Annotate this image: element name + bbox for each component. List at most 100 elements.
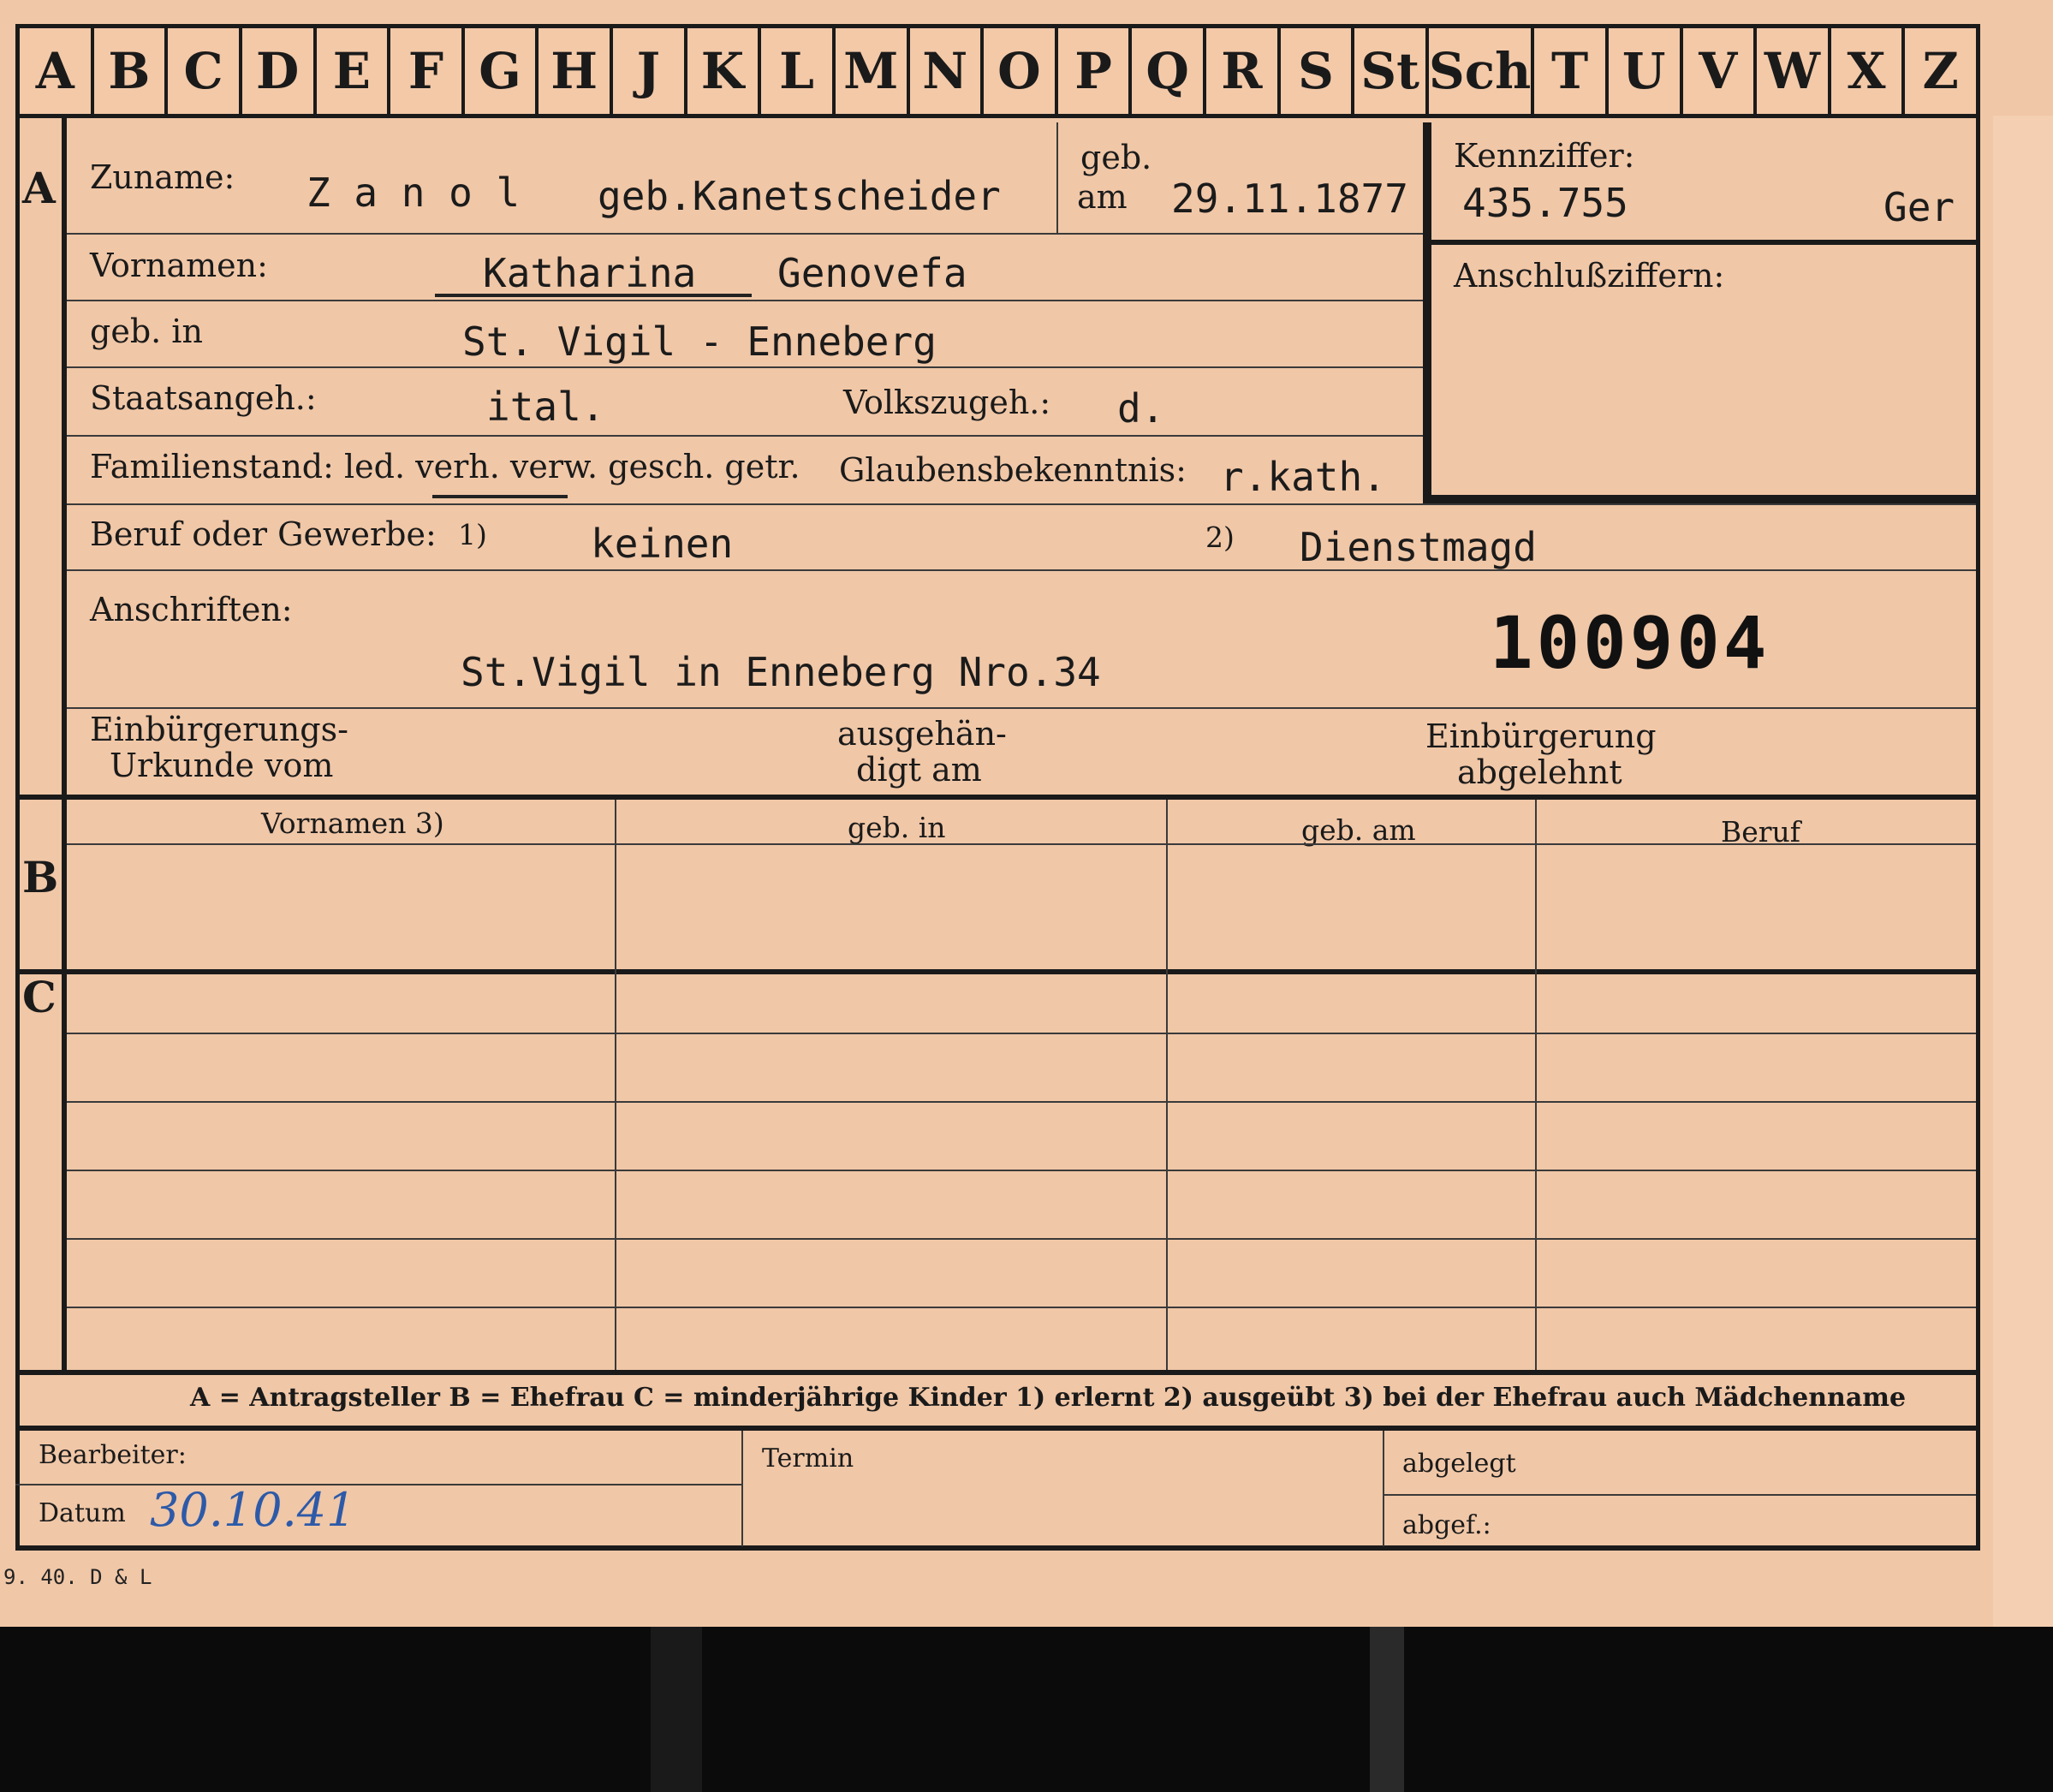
staatsangeh-value: ital.	[486, 384, 605, 430]
einb-abgelehnt-label-2: abgelehnt	[1457, 753, 1622, 791]
beruf-value-2: Dienstmagd	[1300, 524, 1537, 570]
glaubens-label: Glaubensbekenntnis:	[839, 451, 1187, 489]
section-divider-ab	[15, 795, 1976, 800]
col-divider	[1056, 122, 1058, 234]
row-divider	[67, 707, 1976, 709]
legend-bottom-line	[15, 1426, 1976, 1431]
beruf-note-1: 1)	[458, 518, 487, 551]
table-row-line	[67, 1101, 1976, 1103]
table-row-line	[67, 1307, 1976, 1308]
geb-name-value: geb.Kanetscheider	[598, 173, 1001, 219]
abgelegt-label: abgelegt	[1402, 1449, 1516, 1479]
kennziffer-value: 435.755	[1462, 180, 1628, 226]
table-col-divider	[1535, 800, 1537, 1373]
einb-abgelehnt-label-1: Einbürgerung	[1425, 717, 1657, 755]
legend-text: A = Antragsteller B = Ehefrau C = minder…	[190, 1383, 1907, 1413]
section-b-label: B	[22, 852, 59, 902]
tab-u: U	[1609, 28, 1683, 114]
anschriften-value: St.Vigil in Enneberg Nro.34	[461, 649, 1101, 695]
footer-row-line	[15, 1484, 743, 1485]
table-row-line	[67, 1238, 1976, 1240]
einb-urkunde-label-1: Einbürgerungs-	[90, 711, 348, 748]
row-divider	[67, 503, 1976, 505]
tab-k: K	[687, 28, 762, 114]
tab-b: B	[94, 28, 169, 114]
tab-v: V	[1683, 28, 1758, 114]
ausgehaendigt-label-1: ausgehän-	[837, 715, 1007, 753]
glaubens-value: r.kath.	[1220, 454, 1386, 500]
volkszugeh-label: Volkszugeh.:	[843, 384, 1051, 421]
table-header-geb-in: geb. in	[848, 811, 946, 844]
table-row-line	[67, 1033, 1976, 1034]
tab-j: J	[613, 28, 687, 114]
tab-q: Q	[1132, 28, 1206, 114]
vornamen-label: Vornamen:	[90, 247, 268, 284]
vornamen-value-1: Katharina	[483, 250, 697, 296]
tab-t: T	[1534, 28, 1609, 114]
tab-s: S	[1281, 28, 1355, 114]
row-divider	[67, 366, 1424, 368]
tab-w: W	[1757, 28, 1831, 114]
footer-col-divider	[1383, 1431, 1384, 1546]
tab-d: D	[242, 28, 317, 114]
footer-col-divider	[741, 1431, 743, 1546]
tab-o: O	[984, 28, 1058, 114]
row-divider	[67, 569, 1976, 571]
kennziffer-suffix: Ger	[1883, 184, 1955, 230]
tab-e: E	[317, 28, 391, 114]
stamp-number: 100904	[1490, 601, 1770, 685]
frame-bottom	[15, 1545, 1980, 1551]
row-divider	[67, 435, 1424, 437]
zuname-value: Z a n o l	[306, 170, 521, 216]
termin-label: Termin	[762, 1444, 854, 1473]
scan-background	[1370, 1625, 1404, 1792]
familienstand-label: Familienstand: led. verh. verw. gesch. g…	[90, 448, 800, 485]
tab-r: R	[1206, 28, 1281, 114]
scan-background	[651, 1625, 702, 1792]
staatsangeh-label: Staatsangeh.:	[90, 379, 317, 417]
table-header-geb-am: geb. am	[1301, 813, 1416, 847]
tab-f: F	[390, 28, 465, 114]
tab-h: H	[539, 28, 613, 114]
abgef-label: abgef.:	[1402, 1510, 1491, 1540]
print-code: 9. 40. D & L	[3, 1565, 152, 1589]
row-divider	[67, 233, 1424, 235]
tab-g: G	[465, 28, 539, 114]
einb-urkunde-label-2: Urkunde vom	[110, 747, 334, 784]
ausgehaendigt-label-2: digt am	[856, 751, 982, 789]
anschriften-label: Anschriften:	[90, 591, 293, 628]
section-a-label: A	[22, 163, 56, 213]
beruf-label: Beruf oder Gewerbe:	[90, 515, 437, 553]
table-header-vornamen: Vornamen 3)	[261, 807, 444, 840]
geb-am-value: 29.11.1877	[1171, 176, 1408, 222]
frame-inner-left	[62, 118, 67, 1370]
kennziffer-box-left	[1423, 122, 1431, 503]
registration-card: A B C D E F G H J K L M N O P Q R S St Sch T U V W X Z A B C Zuna…	[0, 0, 2053, 1627]
geb-am-label-top: geb.	[1080, 139, 1152, 176]
section-divider-bc	[15, 969, 1976, 974]
alphabet-tab-row: A B C D E F G H J K L M N O P Q R S St Sch T U V W X Z	[15, 24, 1980, 118]
frame-left	[15, 118, 20, 1548]
frame-right	[1976, 118, 1980, 1548]
geb-in-value: St. Vigil - Enneberg	[462, 319, 937, 365]
tab-l: L	[761, 28, 836, 114]
tab-m: M	[836, 28, 910, 114]
bearbeiter-label: Bearbeiter:	[39, 1440, 187, 1470]
vornamen-value-2: Genovefa	[777, 250, 967, 296]
tab-st: St	[1354, 28, 1429, 114]
datum-value: 30.10.41	[150, 1483, 356, 1537]
datum-label: Datum	[39, 1498, 126, 1528]
vornamen-underline	[435, 294, 752, 297]
footer-row-line	[1383, 1494, 1976, 1496]
table-col-divider	[1166, 800, 1168, 1373]
kennziffer-box-mid	[1423, 240, 1976, 245]
zuname-label: Zuname:	[90, 158, 235, 196]
familienstand-underline	[432, 495, 568, 498]
table-col-divider	[615, 800, 616, 1373]
tab-c: C	[168, 28, 242, 114]
table-row-line	[67, 1170, 1976, 1171]
section-c-label: C	[22, 972, 57, 1022]
volkszugeh-value: d.	[1117, 385, 1165, 432]
anschluss-label: Anschlußziffern:	[1454, 257, 1725, 295]
kennziffer-label: Kennziffer:	[1454, 137, 1635, 175]
